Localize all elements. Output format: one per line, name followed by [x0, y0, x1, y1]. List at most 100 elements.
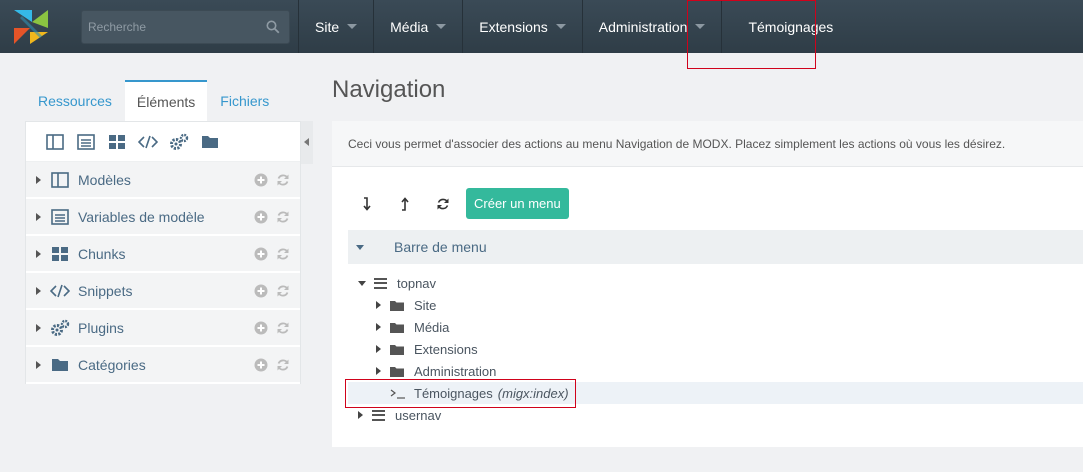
modx-logo-icon — [14, 9, 48, 44]
tree-node-action: (migx:index) — [497, 385, 569, 401]
chevron-right-icon[interactable] — [36, 212, 41, 221]
tree-node-media[interactable]: Média — [376, 316, 449, 338]
refresh-icon[interactable] — [276, 321, 290, 335]
arrow-up-icon — [401, 196, 409, 211]
tree-node-label: Administration — [414, 363, 497, 379]
search-icon[interactable] — [266, 20, 280, 34]
create-menu-button[interactable]: Créer un menu — [466, 188, 569, 219]
sidebar-item-label: Chunks — [78, 245, 126, 262]
chevron-right-icon[interactable] — [36, 360, 41, 369]
sidebar-item-variables[interactable]: Variables de modèle — [26, 199, 300, 236]
tree-toolbar: Créer un menu — [348, 188, 569, 219]
chevron-down-icon[interactable] — [356, 244, 364, 250]
sidebar-item-label: Catégories — [78, 356, 146, 373]
chevron-right-icon[interactable] — [376, 345, 381, 353]
chevron-right-icon[interactable] — [376, 323, 381, 331]
chevron-right-icon[interactable] — [376, 367, 381, 375]
tree-node-site[interactable]: Site — [376, 294, 436, 316]
new-snippet-icon[interactable] — [137, 131, 158, 152]
menu-media-label: Média — [390, 18, 429, 35]
collapse-all-button[interactable] — [386, 188, 424, 219]
sidebar-item-chunks[interactable]: Chunks — [26, 236, 300, 273]
chevron-right-icon[interactable] — [36, 323, 41, 332]
refresh-icon[interactable] — [276, 210, 290, 224]
page-title: Navigation — [332, 76, 446, 103]
sidebar-item-plugins[interactable]: Plugins — [26, 310, 300, 347]
sidebar-item-label: Modèles — [78, 171, 131, 188]
menu-temoignages[interactable]: Témoignages — [721, 0, 859, 53]
chevron-right-icon[interactable] — [36, 286, 41, 295]
chevron-right-icon[interactable] — [358, 411, 363, 419]
menu-administration-label: Administration — [598, 18, 688, 35]
refresh-icon[interactable] — [276, 358, 290, 372]
tree-node-label: Témoignages — [414, 385, 493, 401]
folder-icon — [390, 366, 404, 377]
add-icon[interactable] — [254, 284, 268, 298]
chevron-right-icon[interactable] — [36, 175, 41, 184]
snippet-icon — [50, 282, 70, 300]
tree-node-temoignages[interactable]: Témoignages (migx:index) — [348, 382, 1083, 404]
chevron-left-icon — [304, 138, 309, 146]
chevron-down-icon — [695, 24, 706, 29]
sidebar-item-snippets[interactable]: Snippets — [26, 273, 300, 310]
menu-extensions-label: Extensions — [479, 18, 548, 35]
add-icon[interactable] — [254, 321, 268, 335]
menu-lines-icon — [374, 277, 387, 289]
new-plugin-icon[interactable] — [168, 131, 189, 152]
tab-elements[interactable]: Éléments — [124, 80, 208, 121]
elements-panel: Modèles Variables de modèle Chunks Snipp… — [25, 121, 301, 384]
menu-lines-icon — [372, 409, 385, 421]
folder-icon — [390, 300, 404, 311]
menu-media[interactable]: Média — [373, 0, 462, 53]
tab-ressources[interactable]: Ressources — [25, 80, 125, 121]
chevron-down-icon[interactable] — [358, 280, 366, 286]
tree-node-extensions[interactable]: Extensions — [376, 338, 478, 360]
terminal-icon — [390, 389, 405, 399]
sidebar-collapse-handle[interactable] — [301, 121, 313, 164]
modx-logo[interactable] — [0, 0, 62, 53]
tree-node-usernav[interactable]: usernav — [358, 404, 441, 426]
tree-node-label: usernav — [395, 407, 442, 423]
tv-icon — [50, 208, 70, 226]
add-icon[interactable] — [254, 358, 268, 372]
expand-all-button[interactable] — [348, 188, 386, 219]
tree-node-label: Média — [414, 319, 450, 335]
menu-site[interactable]: Site — [298, 0, 373, 53]
search-input[interactable] — [82, 11, 257, 43]
refresh-icon[interactable] — [276, 284, 290, 298]
chevron-down-icon — [555, 24, 566, 29]
elements-toolbar — [26, 122, 300, 162]
refresh-icon[interactable] — [276, 247, 290, 261]
sidebar-tabs: Ressources Éléments Fichiers — [25, 80, 282, 121]
new-category-icon[interactable] — [199, 131, 220, 152]
tree-node-label: Extensions — [414, 341, 478, 357]
tree-node-administration[interactable]: Administration — [376, 360, 496, 382]
sidebar-item-modeles[interactable]: Modèles — [26, 162, 300, 199]
menu-temoignages-label: Témoignages — [748, 18, 834, 35]
tree-node-topnav[interactable]: topnav — [358, 272, 436, 294]
arrow-down-icon — [363, 196, 371, 211]
menu-extensions[interactable]: Extensions — [462, 0, 581, 53]
refresh-icon[interactable] — [276, 173, 290, 187]
menu-site-label: Site — [315, 18, 340, 35]
chunk-icon — [50, 245, 70, 263]
new-template-icon[interactable] — [44, 131, 65, 152]
menu-administration[interactable]: Administration — [581, 0, 722, 53]
refresh-button[interactable] — [424, 188, 462, 219]
add-icon[interactable] — [254, 247, 268, 261]
tab-fichiers[interactable]: Fichiers — [207, 80, 282, 121]
sidebar-item-categories[interactable]: Catégories — [26, 347, 300, 384]
tree-header-label: Barre de menu — [394, 239, 487, 255]
add-icon[interactable] — [254, 173, 268, 187]
chevron-right-icon[interactable] — [36, 249, 41, 258]
sidebar-item-label: Plugins — [78, 319, 124, 336]
add-icon[interactable] — [254, 210, 268, 224]
chevron-down-icon — [347, 24, 358, 29]
main-menu: Site Média Extensions Administration Tém… — [298, 0, 859, 53]
new-tv-icon[interactable] — [75, 131, 96, 152]
chevron-right-icon[interactable] — [376, 301, 381, 309]
tree-header[interactable]: Barre de menu — [348, 230, 1083, 264]
new-chunk-icon[interactable] — [106, 131, 127, 152]
search-box[interactable] — [81, 10, 290, 44]
template-icon — [50, 171, 70, 189]
